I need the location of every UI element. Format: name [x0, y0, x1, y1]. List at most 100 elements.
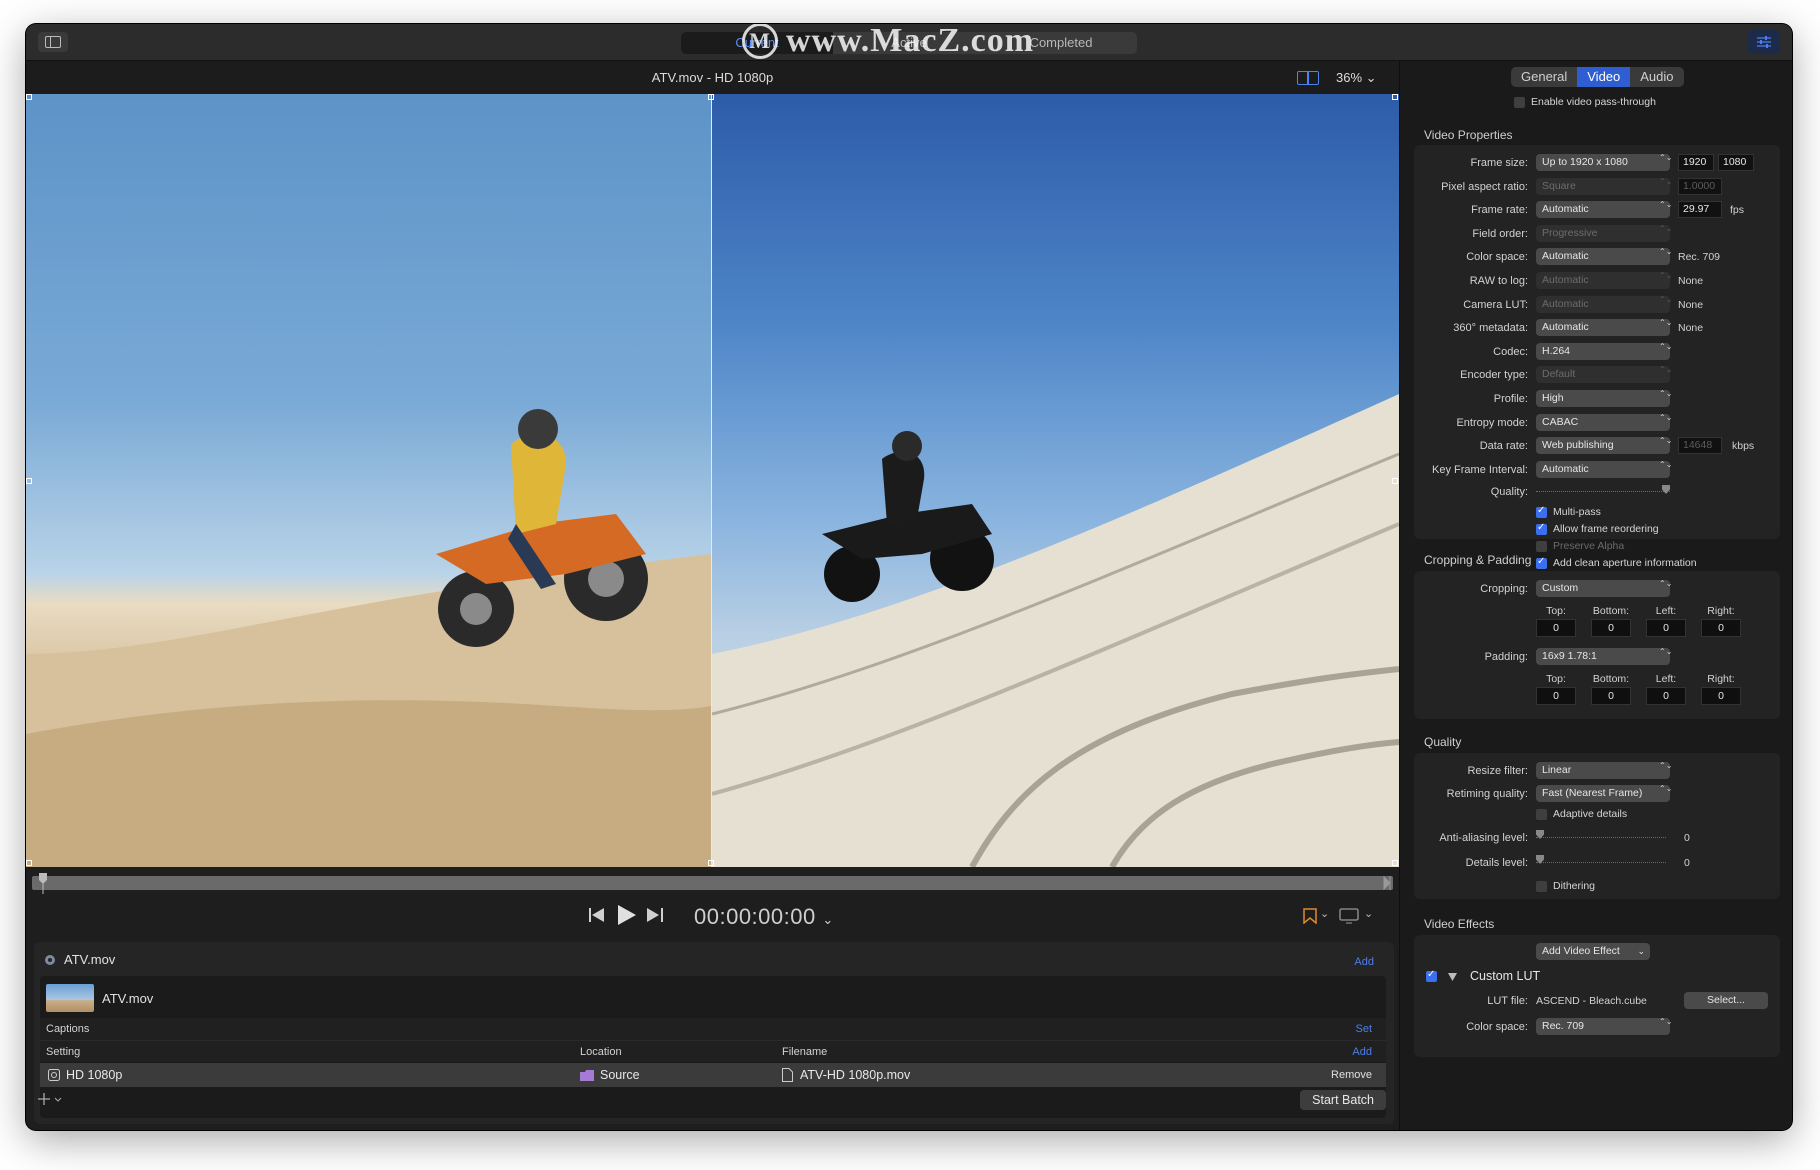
start-batch-button[interactable]: Start Batch	[1300, 1090, 1386, 1110]
chevron-down-icon[interactable]: ⌄	[1364, 907, 1373, 920]
passthrough-checkbox[interactable]: Enable video pass-through	[1514, 95, 1656, 109]
checkbox-box[interactable]	[1536, 880, 1547, 892]
timeline-scrubber[interactable]	[32, 876, 1393, 890]
out-point-icon[interactable]	[1382, 876, 1392, 890]
property-field[interactable]: 1920	[1678, 154, 1714, 171]
zoom-popup[interactable]: 36% ⌄	[1336, 70, 1377, 86]
video-property-row: Field order: Progressive	[1414, 224, 1780, 244]
property-popup[interactable]: Web publishing	[1536, 436, 1670, 455]
play-icon[interactable]	[618, 905, 636, 925]
edge-value-field[interactable]: 0	[1591, 619, 1631, 637]
video-property-row: Key Frame Interval: Automatic	[1414, 460, 1780, 480]
chevron-down-icon[interactable]: ⌄	[1320, 907, 1329, 920]
option-checkbox[interactable]: Multi-pass	[1536, 505, 1601, 519]
antialias-row: Anti-aliasing level: 0	[1414, 828, 1780, 848]
playhead-icon[interactable]	[38, 872, 48, 894]
crop-handle[interactable]	[1392, 860, 1398, 866]
video-effects-title: Video Effects	[1424, 917, 1495, 931]
checkbox-box[interactable]	[1514, 96, 1525, 108]
video-property-row: Data rate: Web publishing 14648 kbps	[1414, 436, 1780, 456]
effect-enabled-checkbox[interactable]	[1426, 969, 1437, 982]
retiming-popup[interactable]: Fast (Nearest Frame)	[1536, 784, 1670, 802]
property-popup[interactable]: H.264	[1536, 342, 1670, 360]
set-captions-link[interactable]: Set	[1355, 1023, 1372, 1035]
checkbox-box[interactable]	[1536, 540, 1547, 552]
disclosure-triangle-icon[interactable]	[1448, 973, 1457, 981]
crop-handle[interactable]	[1392, 478, 1398, 484]
checkbox-box[interactable]	[1536, 505, 1547, 518]
effect-colorspace-popup[interactable]: Rec. 709	[1536, 1017, 1670, 1035]
property-field[interactable]: 14648	[1678, 437, 1722, 455]
details-row: Details level: 0	[1414, 853, 1780, 873]
video-viewer[interactable]	[26, 94, 1399, 867]
crop-handle[interactable]	[26, 478, 32, 484]
option-checkbox[interactable]: Allow frame reordering	[1536, 522, 1659, 536]
skip-forward-icon[interactable]	[647, 908, 663, 922]
property-field[interactable]: 29.97	[1678, 201, 1722, 219]
edge-value-field[interactable]: 0	[1646, 687, 1686, 705]
edge-value-field[interactable]: 0	[1536, 687, 1576, 705]
tab-audio[interactable]: Audio	[1630, 67, 1683, 87]
skip-back-icon[interactable]	[589, 908, 605, 922]
checkbox-box[interactable]	[1536, 556, 1547, 569]
crop-handle[interactable]	[26, 860, 32, 866]
inspector-toggle-button[interactable]	[1748, 30, 1780, 54]
property-popup[interactable]: Up to 1920 x 1080	[1536, 153, 1670, 171]
timecode-display[interactable]: 00:00:00:00 ⌄	[694, 904, 834, 930]
display-icon[interactable]	[1339, 908, 1359, 924]
property-popup[interactable]: Automatic	[1536, 318, 1670, 337]
option-checkbox[interactable]: Add clean aperture information	[1536, 556, 1697, 570]
property-popup[interactable]: Automatic	[1536, 460, 1670, 478]
batch-panel: ATV.mov Add ATV.mov Captions Set Setting…	[34, 942, 1394, 1124]
padding-popup[interactable]: 16x9 1.78:1	[1536, 647, 1670, 665]
property-note: Rec. 709	[1678, 251, 1721, 264]
tab-general[interactable]: General	[1511, 67, 1577, 87]
property-field-2[interactable]: 1080	[1718, 154, 1754, 171]
add-setting-link[interactable]: Add	[1352, 1046, 1372, 1058]
details-slider[interactable]	[1536, 862, 1666, 864]
property-popup[interactable]: CABAC	[1536, 413, 1670, 431]
split-view-icon[interactable]	[1297, 71, 1319, 85]
select-lut-button[interactable]: Select...	[1684, 992, 1768, 1009]
property-popup[interactable]: Automatic	[1536, 247, 1670, 266]
original-preview	[26, 94, 711, 867]
property-label: Profile:	[1493, 393, 1528, 405]
add-video-effect-button[interactable]: Add Video Effect ⌄	[1536, 943, 1650, 960]
cropping-panel: Cropping: Custom Top: 0 Bottom: 0 Left: 0 Righ…	[1414, 571, 1780, 719]
edge-value-field[interactable]: 0	[1701, 619, 1741, 637]
adaptive-checkbox[interactable]: Adaptive details	[1536, 807, 1627, 821]
crop-handle[interactable]	[1392, 94, 1398, 100]
add-menu-icon[interactable]	[38, 1092, 64, 1106]
option-checkbox[interactable]: Preserve Alpha	[1536, 539, 1624, 553]
sidebar-toggle-button[interactable]	[38, 32, 68, 52]
tab-video[interactable]: Video	[1577, 67, 1631, 87]
cropping-popup[interactable]: Custom	[1536, 579, 1670, 597]
property-popup[interactable]: High	[1536, 389, 1670, 407]
video-property-row: Frame rate: Automatic 29.97 fps	[1414, 200, 1780, 220]
add-output-link[interactable]: Add	[1354, 956, 1374, 968]
edge-value-field[interactable]: 0	[1536, 619, 1576, 637]
dithering-checkbox[interactable]: Dithering	[1536, 879, 1595, 893]
setting-icon	[48, 1069, 60, 1081]
dithering-label: Dithering	[1553, 880, 1596, 892]
edge-value-field[interactable]: 0	[1701, 687, 1741, 705]
edge-caption: Right:	[1707, 673, 1735, 685]
checkbox-box[interactable]	[1536, 522, 1547, 535]
crop-handle[interactable]	[26, 94, 32, 100]
quality-slider[interactable]	[1536, 491, 1670, 493]
crop-handle[interactable]	[708, 94, 714, 100]
output-row[interactable]: HD 1080p Source ATV-HD 1080p.mov Remove	[40, 1063, 1386, 1087]
property-popup: Automatic	[1536, 295, 1670, 313]
edge-value-field[interactable]: 0	[1591, 687, 1631, 705]
property-popup[interactable]: Automatic	[1536, 200, 1670, 219]
bookmark-icon[interactable]	[1302, 908, 1318, 924]
resize-popup[interactable]: Linear	[1536, 761, 1670, 779]
output-location[interactable]: Source	[600, 1068, 640, 1082]
output-filename[interactable]: ATV-HD 1080p.mov	[800, 1068, 910, 1082]
checkbox-box[interactable]	[1536, 808, 1547, 820]
crop-handle[interactable]	[708, 860, 714, 866]
property-field[interactable]: 1.0000	[1678, 177, 1722, 195]
remove-output-link[interactable]: Remove	[1331, 1069, 1372, 1081]
antialias-slider[interactable]	[1536, 837, 1666, 839]
edge-value-field[interactable]: 0	[1646, 619, 1686, 637]
